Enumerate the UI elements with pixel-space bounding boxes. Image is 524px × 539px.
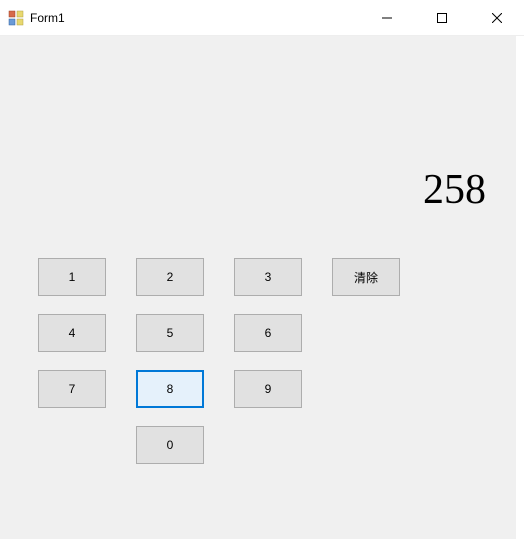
digit-0-button[interactable]: 0 bbox=[136, 426, 204, 464]
digit-7-button[interactable]: 7 bbox=[38, 370, 106, 408]
keypad: 1 2 3 清除 4 5 6 7 8 9 0 bbox=[38, 258, 400, 482]
digit-2-button[interactable]: 2 bbox=[136, 258, 204, 296]
close-button[interactable] bbox=[469, 0, 524, 35]
keypad-row-3: 7 8 9 bbox=[38, 370, 400, 408]
window-controls bbox=[359, 0, 524, 35]
digit-3-button[interactable]: 3 bbox=[234, 258, 302, 296]
window: Form1 258 1 2 3 清除 4 5 6 bbox=[0, 0, 524, 539]
display-value: 258 bbox=[423, 166, 486, 214]
keypad-row-4: 0 bbox=[38, 426, 400, 464]
digit-4-button[interactable]: 4 bbox=[38, 314, 106, 352]
client-area: 258 1 2 3 清除 4 5 6 7 8 9 0 bbox=[0, 36, 524, 539]
titlebar: Form1 bbox=[0, 0, 524, 36]
digit-1-button[interactable]: 1 bbox=[38, 258, 106, 296]
window-title: Form1 bbox=[30, 11, 65, 25]
keypad-row-2: 4 5 6 bbox=[38, 314, 400, 352]
keypad-row-1: 1 2 3 清除 bbox=[38, 258, 400, 296]
digit-6-button[interactable]: 6 bbox=[234, 314, 302, 352]
digit-8-button[interactable]: 8 bbox=[136, 370, 204, 408]
digit-9-button[interactable]: 9 bbox=[234, 370, 302, 408]
clear-button[interactable]: 清除 bbox=[332, 258, 400, 296]
maximize-button[interactable] bbox=[414, 0, 469, 35]
minimize-button[interactable] bbox=[359, 0, 414, 35]
app-icon bbox=[8, 10, 24, 26]
digit-5-button[interactable]: 5 bbox=[136, 314, 204, 352]
